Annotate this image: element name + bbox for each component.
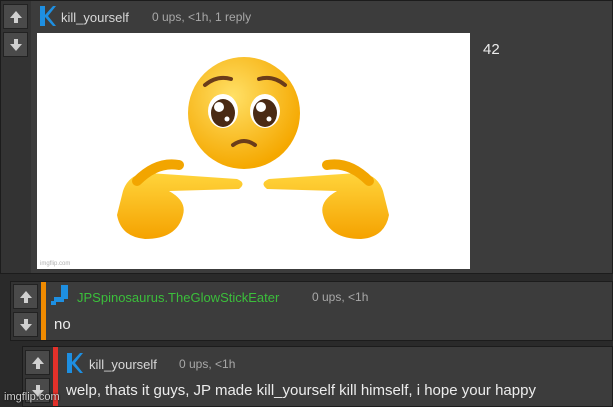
comment-meta: 0 ups, <1h — [312, 290, 369, 304]
comment-text: welp, thats it guys, JP made kill_yourse… — [66, 382, 536, 399]
k-avatar-icon[interactable] — [39, 6, 57, 26]
k-avatar-icon[interactable] — [66, 353, 84, 373]
pleading-emoji-image — [117, 57, 389, 239]
comment-username[interactable]: JPSpinosaurus.TheGlowStickEater — [77, 290, 279, 305]
comment-meta: 0 ups, <1h, 1 reply — [152, 10, 252, 24]
arrow-up-icon — [9, 10, 22, 23]
imgflip-watermark: imgflip.com — [4, 391, 60, 403]
comment-text: no — [54, 316, 71, 333]
upvote-button[interactable] — [13, 284, 38, 309]
upvote-button[interactable] — [3, 4, 28, 29]
vote-panel — [11, 282, 41, 340]
downvote-button[interactable] — [13, 312, 38, 337]
comment-meta: 0 ups, <1h — [179, 357, 236, 371]
downvote-button[interactable] — [3, 32, 28, 57]
reply-depth-stripe — [41, 282, 46, 340]
jp-avatar-icon[interactable] — [51, 285, 69, 305]
arrow-down-icon — [19, 318, 32, 331]
image-side-text: 42 — [483, 41, 500, 58]
comment-1: kill_yourself 0 ups, <1h, 1 reply imgfli… — [0, 0, 613, 274]
arrow-up-icon — [31, 356, 44, 369]
comment-image[interactable]: imgflip.com — [37, 33, 470, 269]
arrow-down-icon — [9, 38, 22, 51]
upvote-button[interactable] — [25, 350, 50, 375]
comment-username[interactable]: kill_yourself — [89, 357, 157, 372]
comment-2: JPSpinosaurus.TheGlowStickEater 0 ups, <… — [10, 281, 613, 341]
vote-panel — [1, 1, 31, 273]
arrow-up-icon — [19, 290, 32, 303]
comment-3: kill_yourself 0 ups, <1h welp, thats it … — [22, 346, 613, 407]
comment-username[interactable]: kill_yourself — [61, 10, 129, 25]
image-footer: imgflip.com — [40, 261, 71, 267]
